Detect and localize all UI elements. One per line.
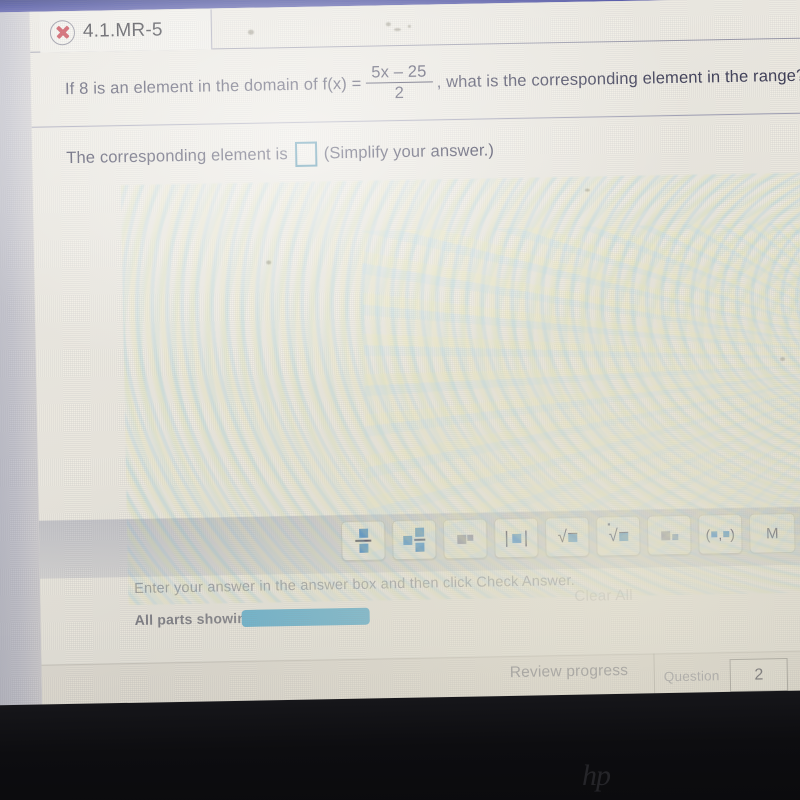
all-parts-showing-label: All parts showing <box>134 609 255 628</box>
question-number-label: Question <box>663 668 720 685</box>
nth-root-button[interactable]: ▪ √ <box>595 515 641 557</box>
red-x-circle-icon <box>49 19 76 45</box>
answer-prompt: The corresponding element is <box>66 144 288 167</box>
absolute-value-button[interactable]: | | <box>493 517 539 559</box>
question-fraction: 5x – 25 2 <box>365 62 433 103</box>
dust-speck <box>584 188 590 192</box>
exponent-button[interactable] <box>442 518 488 560</box>
answer-input[interactable] <box>294 141 318 167</box>
hp-logo: hp <box>582 759 611 792</box>
laptop-screen-photo: 4.1.MR-5 If 8 is an element in the domai… <box>0 0 800 800</box>
tab-strip-specks <box>226 2 627 49</box>
square-root-button[interactable]: √ <box>544 516 590 558</box>
subscript-icon <box>660 530 678 540</box>
fraction-numerator: 5x – 25 <box>371 62 427 82</box>
screen-surface: 4.1.MR-5 If 8 is an element in the domai… <box>0 0 800 738</box>
question-number-input[interactable]: 2 <box>729 658 789 693</box>
question-text: If 8 is an element in the domain of f(x)… <box>65 56 800 109</box>
dust-speck <box>266 260 272 265</box>
question-suffix: , what is the corresponding element in t… <box>436 66 800 92</box>
exercise-tab-label: 4.1.MR-5 <box>82 19 163 42</box>
absolute-value-icon: | | <box>504 527 529 548</box>
mixed-number-button[interactable] <box>391 519 437 561</box>
ordered-pair-button[interactable]: (,) <box>697 513 743 555</box>
review-progress-button[interactable]: Review progress <box>510 662 629 682</box>
ordered-pair-icon: (,) <box>705 525 735 543</box>
more-button[interactable]: M <box>748 512 796 554</box>
parts-progress-bar[interactable] <box>241 607 370 628</box>
question-row: If 8 is an element in the domain of f(x)… <box>30 39 800 128</box>
square-root-icon: √ <box>557 527 578 547</box>
answer-prompt-group: The corresponding element is (Simplify y… <box>66 138 494 171</box>
fraction-denominator: 2 <box>394 84 405 103</box>
nth-root-icon: ▪ √ <box>607 519 629 546</box>
exercise-tab[interactable]: 4.1.MR-5 <box>39 9 213 53</box>
fraction-icon <box>355 528 372 553</box>
exponent-icon <box>457 534 474 544</box>
clear-all-button[interactable]: Clear All <box>574 587 633 605</box>
answer-note: (Simplify your answer.) <box>323 140 495 162</box>
subscript-button[interactable] <box>646 514 692 556</box>
laptop-bezel <box>0 689 800 800</box>
math-palette: | | √ ▪ √ (,) M <box>340 512 796 562</box>
question-prefix: If 8 is an element in the domain of f(x)… <box>64 74 362 99</box>
fraction-button[interactable] <box>340 520 386 562</box>
mixed-number-icon <box>403 527 426 552</box>
